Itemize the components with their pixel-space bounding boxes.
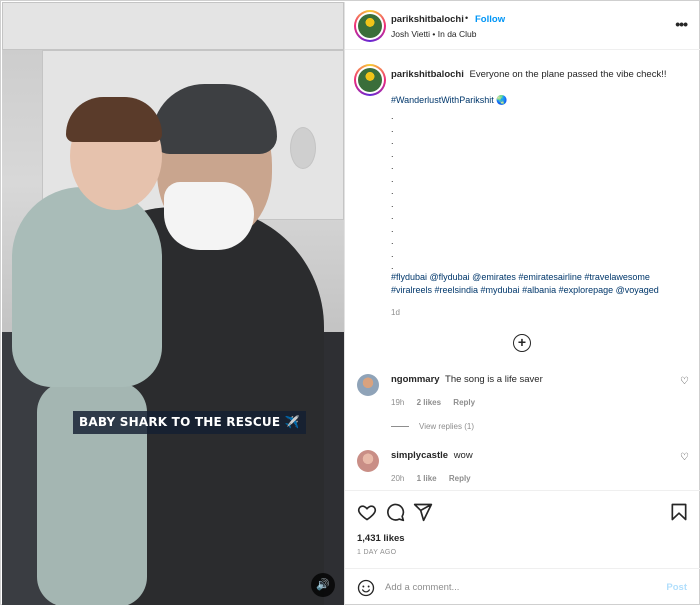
caption-hashtag[interactable]: #WanderlustWithParikshit 🌏 (391, 95, 507, 106)
comment-time: 20h (391, 474, 405, 483)
post-header: parikshitbalochi • Follow Josh Vietti • … (345, 2, 700, 50)
post-panel: parikshitbalochi • Follow Josh Vietti • … (344, 2, 700, 605)
load-more-comments-icon[interactable]: + (513, 334, 531, 352)
view-replies-button[interactable]: View replies (1) (391, 422, 474, 431)
caption-time: 1d (391, 308, 400, 317)
caption-avatar[interactable] (354, 64, 386, 96)
caption-text: Everyone on the plane passed the vibe ch… (469, 69, 667, 80)
comment-icon[interactable] (385, 502, 405, 522)
comment-body: simplycastle wow (391, 450, 473, 461)
likes-count[interactable]: 1,431 likes (357, 533, 405, 544)
more-options-icon[interactable]: ••• (675, 16, 688, 32)
avatar-image (358, 14, 382, 38)
comment-likes[interactable]: 1 like (417, 474, 437, 483)
view-replies-label: View replies (1) (419, 422, 474, 431)
comments-list[interactable]: parikshitbalochi Everyone on the plane p… (345, 50, 700, 490)
post-modal: BABY SHARK TO THE RESCUE ✈️ 🔊 parikshitb… (0, 0, 700, 605)
comment-heart-icon[interactable]: ♡ (680, 376, 689, 387)
cabin-window (290, 127, 316, 169)
divider (391, 426, 409, 428)
post-video[interactable]: BABY SHARK TO THE RESCUE ✈️ 🔊 (2, 2, 344, 605)
caption-dots: . . . . . . . . . . . . . (391, 111, 394, 271)
speaker-icon[interactable]: 🔊 (311, 573, 335, 597)
comment-text: wow (453, 450, 473, 461)
share-icon[interactable] (413, 502, 433, 522)
baby-figure (12, 187, 162, 387)
comment-meta: 19h 2 likes Reply (391, 398, 485, 407)
avatar[interactable] (354, 10, 386, 42)
comment-username[interactable]: simplycastle (391, 450, 448, 461)
comment-body: ngommary The song is a life saver (391, 374, 543, 385)
reply-button[interactable]: Reply (453, 398, 475, 407)
add-comment-bar: Post (345, 568, 700, 605)
comment-text: The song is a life saver (445, 374, 543, 385)
comment-input[interactable] (385, 578, 655, 596)
heart-icon[interactable] (357, 502, 377, 522)
comment-time: 19h (391, 398, 405, 407)
comment-meta: 20h 1 like Reply (391, 474, 481, 483)
comment-likes[interactable]: 2 likes (417, 398, 441, 407)
commenter-avatar[interactable] (357, 374, 379, 396)
avatar-image (358, 68, 382, 92)
caption-tags[interactable]: #flydubai @flydubai @emirates #emiratesa… (391, 271, 691, 297)
comment-username[interactable]: ngommary (391, 374, 440, 385)
emoji-icon[interactable] (357, 579, 375, 597)
post-comment-button[interactable]: Post (666, 582, 687, 593)
commenter-avatar[interactable] (357, 450, 379, 472)
separator-dot: • (465, 13, 469, 23)
overhead-bin (2, 2, 344, 50)
author-username[interactable]: parikshitbalochi (391, 14, 464, 25)
bookmark-icon[interactable] (669, 502, 689, 522)
video-overlay-caption: BABY SHARK TO THE RESCUE ✈️ (73, 411, 306, 434)
caption: parikshitbalochi Everyone on the plane p… (391, 69, 667, 80)
post-actions: 1,431 likes 1 DAY AGO (345, 490, 700, 568)
reply-button[interactable]: Reply (449, 474, 471, 483)
caption-username[interactable]: parikshitbalochi (391, 69, 464, 80)
face-mask (164, 182, 254, 250)
post-date: 1 DAY AGO (357, 549, 397, 556)
follow-button[interactable]: Follow (475, 14, 505, 25)
comment-heart-icon[interactable]: ♡ (680, 452, 689, 463)
location-link[interactable]: Josh Vietti • In da Club (391, 29, 477, 39)
